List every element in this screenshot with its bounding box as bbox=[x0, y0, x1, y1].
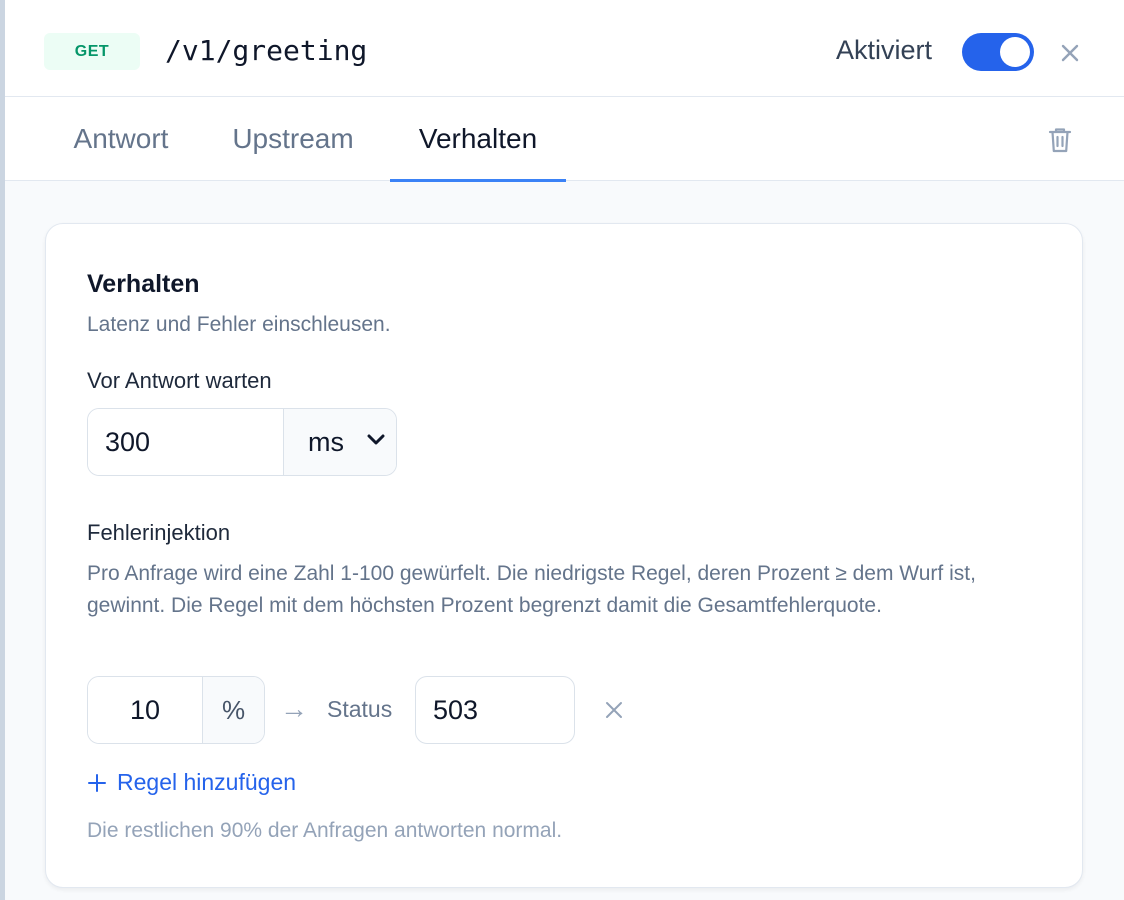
delay-input[interactable] bbox=[88, 409, 283, 475]
delay-unit-value: ms bbox=[308, 426, 344, 457]
enabled-toggle[interactable] bbox=[962, 33, 1034, 71]
fault-injection-description: Pro Anfrage wird eine Zahl 1-100 gewürfe… bbox=[87, 562, 976, 617]
rule-status-label: Status bbox=[327, 696, 393, 722]
add-rule-label: Regel hinzufügen bbox=[117, 769, 297, 795]
arrow-right-icon: → bbox=[280, 693, 308, 724]
tab-upstream[interactable]: Upstream bbox=[215, 97, 371, 181]
route-path: /v1/greeting bbox=[165, 34, 368, 67]
fault-injection-title: Fehlerinjektion bbox=[87, 520, 231, 545]
route-header: GET /v1/greeting Aktiviert bbox=[5, 0, 1124, 97]
percent-suffix: % bbox=[202, 677, 264, 743]
tab-bar: Antwort Upstream Verhalten bbox=[5, 97, 1124, 182]
section-subtitle: Latenz und Fehler einschleusen. bbox=[87, 313, 391, 336]
delete-route-button[interactable] bbox=[1045, 125, 1075, 155]
delay-field-group: ms bbox=[87, 408, 397, 476]
section-title: Verhalten bbox=[87, 270, 200, 298]
rule-percent-group: % bbox=[87, 676, 265, 744]
rule-percent-input[interactable] bbox=[88, 677, 202, 743]
delay-unit-select[interactable]: ms bbox=[283, 409, 396, 475]
tab-antwort[interactable]: Antwort bbox=[53, 97, 189, 181]
close-icon bbox=[606, 702, 622, 718]
fault-footnote: Die restlichen 90% der Anfragen antworte… bbox=[87, 819, 563, 842]
method-badge: GET bbox=[44, 33, 140, 70]
rule-status-input[interactable] bbox=[415, 676, 575, 744]
fault-rule-row: % → Status bbox=[87, 676, 647, 744]
remove-rule-button[interactable] bbox=[599, 695, 629, 725]
trash-icon bbox=[1048, 128, 1072, 153]
delay-label: Vor Antwort warten bbox=[87, 368, 272, 393]
tab-verhalten[interactable]: Verhalten bbox=[390, 97, 566, 182]
behavior-card: Verhalten Latenz und Fehler einschleusen… bbox=[45, 223, 1083, 888]
chevron-down-icon bbox=[367, 434, 385, 445]
close-icon bbox=[1061, 44, 1079, 62]
add-rule-button[interactable]: Regel hinzufügen bbox=[87, 769, 296, 796]
plus-icon bbox=[88, 773, 106, 792]
close-button[interactable] bbox=[1055, 38, 1085, 68]
enabled-label: Aktiviert bbox=[836, 35, 933, 65]
toggle-knob bbox=[1000, 37, 1030, 67]
route-detail-panel: GET /v1/greeting Aktiviert Antwort Upstr… bbox=[0, 0, 1124, 900]
